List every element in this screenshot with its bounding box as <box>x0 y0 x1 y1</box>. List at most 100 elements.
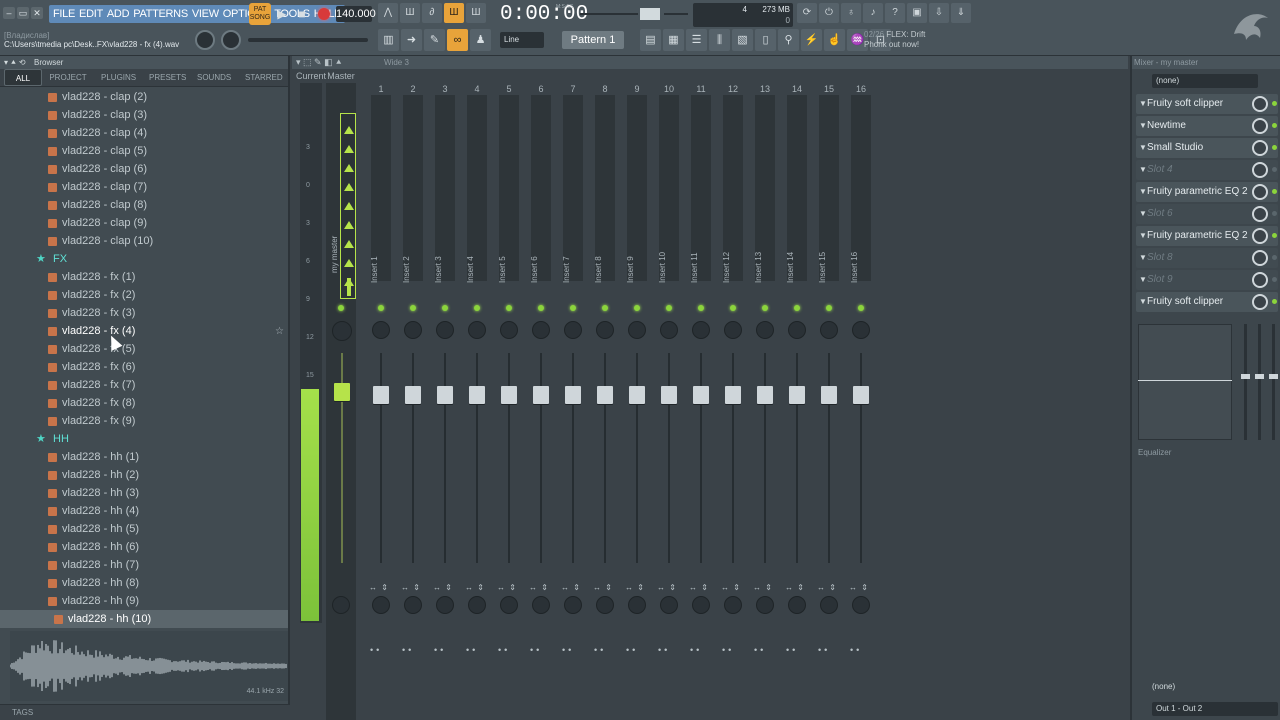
list-item[interactable]: vlad228 - clap (10) <box>0 232 288 250</box>
insert-volume-fader[interactable] <box>789 386 805 404</box>
fx-slot[interactable]: ▼ Fruity soft clipper <box>1136 292 1278 312</box>
save-icon[interactable]: ▣ <box>907 3 927 23</box>
insert-pan-knob[interactable] <box>468 321 486 339</box>
insert-stereo-knob[interactable] <box>372 596 390 614</box>
fx-slot[interactable]: ▼ Newtime <box>1136 116 1278 136</box>
insert-pan-knob[interactable] <box>692 321 710 339</box>
slot-menu-icon[interactable]: ▼ <box>1139 248 1147 268</box>
plugin-icon[interactable]: ⚡ <box>801 29 822 51</box>
insert-stereo-knob[interactable] <box>436 596 454 614</box>
slot-enable-led[interactable] <box>1272 167 1277 172</box>
list-item[interactable]: vlad228 - hh (9) <box>0 592 288 610</box>
browser-options-icon[interactable]: ▾ ⯅ ⟲ <box>4 56 26 69</box>
touch-icon[interactable]: ☝ <box>824 29 845 51</box>
browser-title-bar[interactable]: ▾ ⯅ ⟲ Browser <box>0 56 288 69</box>
insert-pan-knob[interactable] <box>436 321 454 339</box>
insert-route-icon[interactable]: ↔ ⇕ <box>721 583 741 592</box>
menu-edit[interactable]: EDIT <box>77 5 105 23</box>
download-icon[interactable]: ⇓ <box>951 3 971 23</box>
piano-roll-icon[interactable]: ▥ <box>378 29 399 51</box>
master-volume-fader[interactable] <box>334 383 350 401</box>
insert-volume-fader[interactable] <box>437 386 453 404</box>
mic-icon[interactable]: ♁ <box>841 3 861 23</box>
insert-volume-fader[interactable] <box>469 386 485 404</box>
patterns-icon[interactable]: ▧ <box>732 29 753 51</box>
piano-roll-view-icon[interactable]: ▦ <box>663 29 684 51</box>
insert-volume-fader[interactable] <box>533 386 549 404</box>
mixer-insert-track[interactable]: 13 Insert 13 ↔ ⇕ •• <box>750 83 780 720</box>
slot-menu-icon[interactable]: ▼ <box>1139 270 1147 290</box>
list-item[interactable]: vlad228 - hh (2) <box>0 466 288 484</box>
pat-song-toggle[interactable]: PAT SONG <box>249 3 271 25</box>
slot-mix-knob[interactable] <box>1252 184 1268 200</box>
insert-pan-knob[interactable] <box>724 321 742 339</box>
slot-menu-icon[interactable]: ▼ <box>1139 204 1147 224</box>
audio-output-select[interactable]: Out 1 - Out 2 <box>1152 702 1278 716</box>
insert-route-buttons[interactable]: •• <box>722 645 734 655</box>
mixer-insert-track[interactable]: 14 Insert 14 ↔ ⇕ •• <box>782 83 812 720</box>
insert-route-buttons[interactable]: •• <box>562 645 574 655</box>
cpu-memory-monitor[interactable]: 4 273 MB 0 <box>693 3 793 27</box>
insert-enable-led[interactable] <box>634 305 640 311</box>
link-icon[interactable]: ∞ <box>447 29 468 51</box>
insert-stereo-knob[interactable] <box>852 596 870 614</box>
insert-enable-led[interactable] <box>602 305 608 311</box>
list-item[interactable]: vlad228 - hh (8) <box>0 574 288 592</box>
insert-route-icon[interactable]: ↔ ⇕ <box>465 583 485 592</box>
insert-route-buttons[interactable]: •• <box>658 645 670 655</box>
mixer-insert-track[interactable]: 15 Insert 15 ↔ ⇕ •• <box>814 83 844 720</box>
list-item[interactable]: vlad228 - fx (5) <box>0 340 288 358</box>
insert-route-buttons[interactable]: •• <box>434 645 446 655</box>
insert-route-icon[interactable]: ↔ ⇕ <box>753 583 773 592</box>
insert-volume-fader[interactable] <box>501 386 517 404</box>
list-item[interactable]: vlad228 - fx (4) ☆ <box>0 322 288 340</box>
eq-low-slider[interactable] <box>1244 324 1247 440</box>
insert-enable-led[interactable] <box>378 305 384 311</box>
insert-route-icon[interactable]: ↔ ⇕ <box>369 583 389 592</box>
insert-route-icon[interactable]: ↔ ⇕ <box>529 583 549 592</box>
fx-slot[interactable]: ▼ Slot 9 <box>1136 270 1278 290</box>
restore-button[interactable]: ▭ <box>17 7 29 19</box>
insert-route-icon[interactable]: ↔ ⇕ <box>689 583 709 592</box>
insert-volume-fader[interactable] <box>693 386 709 404</box>
slot-mix-knob[interactable] <box>1252 250 1268 266</box>
mixer-insert-track[interactable]: 8 Insert 8 ↔ ⇕ •• <box>590 83 620 720</box>
mixer-insert-track[interactable]: 6 Insert 6 ↔ ⇕ •• <box>526 83 556 720</box>
tab-presets[interactable]: PRESETS <box>142 69 190 86</box>
insert-pan-knob[interactable] <box>372 321 390 339</box>
metronome-icon[interactable]: ⋀ <box>378 3 398 23</box>
insert-route-icon[interactable]: ↔ ⇕ <box>561 583 581 592</box>
stop-button[interactable]: ■ <box>293 4 311 24</box>
mixer-icon[interactable]: ⫼ <box>709 29 730 51</box>
list-item[interactable]: vlad228 - clap (6) <box>0 160 288 178</box>
close-button[interactable]: ✕ <box>31 7 43 19</box>
list-item[interactable]: vlad228 - hh (1) <box>0 448 288 466</box>
minimize-button[interactable]: ‒ <box>3 7 15 19</box>
fx-slot[interactable]: ▼ Slot 8 <box>1136 248 1278 268</box>
slot-mix-knob[interactable] <box>1252 294 1268 310</box>
insert-enable-led[interactable] <box>762 305 768 311</box>
insert-route-buttons[interactable]: •• <box>594 645 606 655</box>
insert-volume-fader[interactable] <box>373 386 389 404</box>
eq-high-handle[interactable] <box>1269 374 1278 379</box>
insert-stereo-knob[interactable] <box>532 596 550 614</box>
insert-route-buttons[interactable]: •• <box>498 645 510 655</box>
slot-mix-knob[interactable] <box>1252 118 1268 134</box>
list-item[interactable]: vlad228 - fx (7) <box>0 376 288 394</box>
slot-enable-led[interactable] <box>1272 299 1277 304</box>
insert-enable-led[interactable] <box>794 305 800 311</box>
insert-route-buttons[interactable]: •• <box>370 645 382 655</box>
mixer-insert-track[interactable]: 9 Insert 9 ↔ ⇕ •• <box>622 83 652 720</box>
slot-menu-icon[interactable]: ▼ <box>1139 160 1147 180</box>
eq-mid-handle[interactable] <box>1255 374 1264 379</box>
insert-route-buttons[interactable]: •• <box>466 645 478 655</box>
mixer-insert-track[interactable]: 3 Insert 3 ↔ ⇕ •• <box>430 83 460 720</box>
list-item[interactable]: vlad228 - hh (5) <box>0 520 288 538</box>
list-item[interactable]: vlad228 - fx (2) <box>0 286 288 304</box>
list-item[interactable]: vlad228 - hh (7) <box>0 556 288 574</box>
insert-pan-knob[interactable] <box>788 321 806 339</box>
list-item[interactable]: vlad228 - fx (3) <box>0 304 288 322</box>
list-item[interactable]: vlad228 - hh (6) <box>0 538 288 556</box>
slot-enable-led[interactable] <box>1272 233 1277 238</box>
mixer-insert-track[interactable]: 10 Insert 10 ↔ ⇕ •• <box>654 83 684 720</box>
